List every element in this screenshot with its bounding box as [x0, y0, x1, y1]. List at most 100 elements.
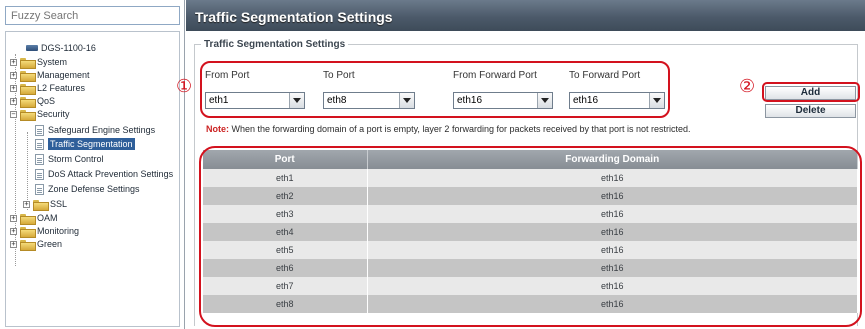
tree-node-label: DGS-1100-16: [41, 43, 96, 53]
tree-node-monitoring[interactable]: + Monitoring: [10, 225, 80, 238]
port-cell: eth5: [203, 241, 368, 259]
chevron-down-icon[interactable]: [399, 93, 414, 108]
tree-node-label: DoS Attack Prevention Settings: [48, 169, 174, 179]
chevron-down-icon[interactable]: [537, 93, 552, 108]
table-row: eth1 eth16: [203, 169, 858, 187]
forwarding-domain-cell: eth16: [367, 187, 858, 205]
expand-icon[interactable]: +: [10, 84, 17, 92]
from-forward-port-select[interactable]: eth16: [453, 92, 553, 109]
port-cell: eth2: [203, 187, 368, 205]
from-forward-port-label: From Forward Port: [453, 70, 537, 81]
to-forward-port-label: To Forward Port: [569, 70, 641, 81]
app-window: DGS-1100-16 + System + Management + L2 F…: [0, 0, 865, 329]
tree-node-label: Traffic Segmentation: [48, 138, 135, 150]
table-row: eth5 eth16: [203, 241, 858, 259]
page-icon: [35, 153, 44, 165]
table-row: eth8 eth16: [203, 295, 858, 313]
to-forward-port-value: eth16: [573, 95, 599, 106]
tree-node-system[interactable]: + System: [10, 56, 68, 69]
table-row: eth6 eth16: [203, 259, 858, 277]
port-cell: eth7: [203, 277, 368, 295]
page-icon: [35, 183, 44, 195]
chevron-down-icon[interactable]: [649, 93, 664, 108]
forwarding-domain-cell: eth16: [367, 223, 858, 241]
expand-icon[interactable]: +: [10, 97, 17, 105]
tree-node-security[interactable]: − Security: [10, 108, 70, 121]
folder-icon: [33, 199, 49, 211]
switch-icon: [26, 45, 38, 51]
folder-icon: [20, 213, 36, 225]
tree-node-label: QoS: [37, 96, 56, 106]
tree-node-label: Green: [37, 239, 63, 249]
tree-node-management[interactable]: + Management: [10, 69, 90, 82]
port-cell: eth8: [203, 295, 368, 313]
tree-node-ssl[interactable]: + SSL: [23, 198, 68, 211]
tree-node-label: Zone Defense Settings: [48, 184, 140, 194]
to-port-label: To Port: [323, 70, 355, 81]
from-port-label: From Port: [205, 70, 250, 81]
folder-icon: [20, 70, 36, 82]
section-legend: Traffic Segmentation Settings: [201, 39, 349, 50]
tree-node-label: OAM: [37, 213, 58, 223]
tree-node-label: Security: [37, 109, 70, 119]
callout-number-one: ①: [176, 76, 193, 97]
sidebar: DGS-1100-16 + System + Management + L2 F…: [0, 0, 185, 329]
forwarding-domain-cell: eth16: [367, 241, 858, 259]
table-row: eth7 eth16: [203, 277, 858, 295]
forwarding-domain-cell: eth16: [367, 277, 858, 295]
from-forward-port-value: eth16: [457, 95, 483, 106]
column-header-port: Port: [203, 150, 368, 169]
port-cell: eth1: [203, 169, 368, 187]
folder-icon: [20, 83, 36, 95]
to-port-select[interactable]: eth8: [323, 92, 415, 109]
table-row: eth4 eth16: [203, 223, 858, 241]
expand-icon[interactable]: +: [10, 58, 17, 66]
port-cell: eth3: [203, 205, 368, 223]
tree-node-label: System: [37, 57, 68, 67]
tree-node-zone-defense-settings[interactable]: Zone Defense Settings: [35, 183, 140, 195]
tree-node-l2-features[interactable]: + L2 Features: [10, 82, 85, 95]
to-port-value: eth8: [327, 95, 347, 106]
to-forward-port-select[interactable]: eth16: [569, 92, 665, 109]
page-icon: [35, 168, 44, 180]
navigation-tree: DGS-1100-16 + System + Management + L2 F…: [5, 31, 180, 327]
expand-icon[interactable]: +: [10, 214, 17, 222]
expand-icon[interactable]: +: [10, 227, 17, 235]
forwarding-domain-cell: eth16: [367, 295, 858, 313]
from-port-select[interactable]: eth1: [205, 92, 305, 109]
tree-node-label: Safeguard Engine Settings: [48, 125, 156, 135]
port-cell: eth6: [203, 259, 368, 277]
tree-node-dos-attack-prevention-settings[interactable]: DoS Attack Prevention Settings: [35, 168, 173, 180]
folder-icon: [20, 57, 36, 69]
note-text: Note: When the forwarding domain of a po…: [206, 124, 691, 134]
expand-icon[interactable]: +: [10, 71, 17, 79]
tree-node-safeguard-engine-settings[interactable]: Safeguard Engine Settings: [35, 124, 155, 136]
main-panel: Traffic Segmentation Settings Traffic Se…: [186, 0, 865, 329]
expand-icon[interactable]: +: [23, 200, 30, 208]
folder-icon: [20, 226, 36, 238]
callout-number-two: ②: [739, 76, 756, 97]
tree-node-oam[interactable]: + OAM: [10, 212, 58, 225]
port-cell: eth4: [203, 223, 368, 241]
add-button[interactable]: Add: [765, 86, 856, 100]
note-body: When the forwarding domain of a port is …: [229, 124, 691, 134]
tree-node-green[interactable]: + Green: [10, 238, 63, 251]
table-row: eth2 eth16: [203, 187, 858, 205]
expand-icon[interactable]: +: [10, 240, 17, 248]
forwarding-domain-cell: eth16: [367, 205, 858, 223]
page-icon: [35, 124, 44, 136]
tree-node-storm-control[interactable]: Storm Control: [35, 153, 104, 165]
tree-node-device[interactable]: DGS-1100-16: [26, 42, 96, 54]
tree-node-qos[interactable]: + QoS: [10, 95, 56, 108]
collapse-icon[interactable]: −: [10, 110, 17, 118]
folder-icon: [20, 96, 36, 108]
tree-node-label: SSL: [50, 199, 68, 209]
chevron-down-icon[interactable]: [289, 93, 304, 108]
tree-node-traffic-segmentation[interactable]: Traffic Segmentation: [35, 138, 135, 150]
delete-button[interactable]: Delete: [765, 104, 856, 118]
fuzzy-search-input[interactable]: [5, 6, 180, 25]
folder-icon: [20, 239, 36, 251]
note-label: Note:: [206, 124, 229, 134]
page-icon: [35, 138, 44, 150]
tree-node-label: Monitoring: [37, 226, 80, 236]
